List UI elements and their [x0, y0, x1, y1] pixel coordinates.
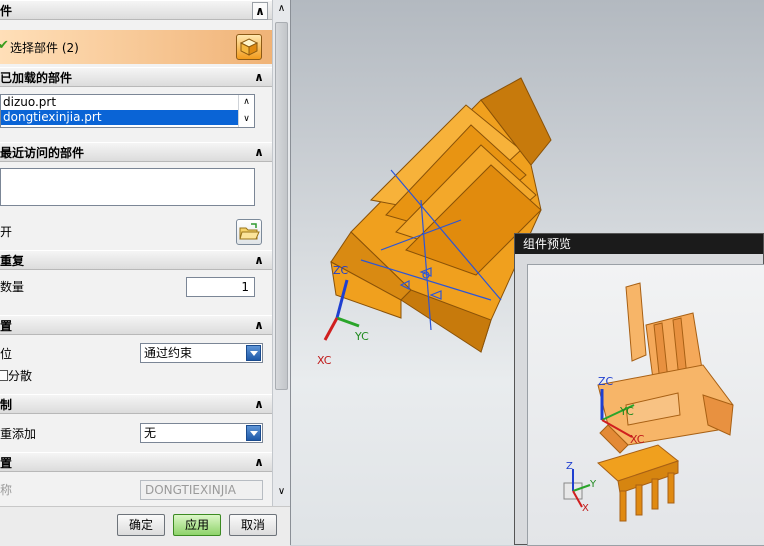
chevron-down-icon[interactable]	[246, 425, 261, 441]
section-title: 制	[0, 398, 13, 412]
collapse-chevron-icon[interactable]: ∧	[252, 316, 266, 334]
loaded-parts-list[interactable]: dizuo.prt dongtiexinjia.prt ∧ ∨	[0, 94, 255, 128]
position-select[interactable]: 通过约束	[140, 343, 263, 363]
count-input[interactable]: 1	[186, 277, 255, 297]
preview-axis-label-x: XC	[630, 433, 645, 446]
open-label: 开	[0, 225, 13, 239]
section-placement[interactable]: 置 ∧	[0, 315, 272, 335]
preview-axis-label-y: YC	[620, 405, 634, 418]
collapse-chevron-icon[interactable]: ∧	[252, 251, 266, 269]
chevron-down-icon[interactable]	[246, 345, 261, 361]
component-preview-window[interactable]: 组件预览 ZC YC XC Z Y X	[514, 233, 764, 546]
collapse-chevron-icon[interactable]: ∧	[252, 2, 268, 20]
multi-add-row: 重添加 无	[0, 420, 272, 448]
mini-axis-label-y: Y	[590, 479, 597, 490]
list-scrollbar[interactable]: ∧ ∨	[238, 95, 254, 127]
section-settings[interactable]: 置 ∧	[0, 452, 272, 472]
open-folder-icon	[239, 223, 260, 240]
section-title: 置	[0, 456, 13, 470]
section-title: 最近访问的部件	[0, 146, 85, 160]
section-header-part[interactable]: 件 ∧	[0, 0, 272, 20]
preview-canvas: ZC YC XC Z Y X	[527, 264, 764, 546]
section-repeat[interactable]: 重复 ∧	[0, 250, 272, 270]
axis-label-x: XC	[317, 354, 332, 367]
count-label: 数量	[0, 280, 25, 294]
section-loaded-parts[interactable]: 已加载的部件 ∧	[0, 67, 272, 87]
scrollbar-thumb[interactable]	[275, 22, 288, 390]
collapse-chevron-icon[interactable]: ∧	[252, 395, 266, 413]
select-part-label: 选择部件 (2)	[10, 41, 79, 55]
section-title: 重复	[0, 254, 25, 268]
section-title: 件	[0, 4, 13, 18]
name-label: 称	[0, 483, 13, 497]
position-select-value: 通过约束	[144, 346, 193, 360]
collapse-chevron-icon[interactable]: ∧	[252, 143, 266, 161]
dialog-scrollbar[interactable]: ∧ ∨	[272, 0, 290, 506]
scatter-label: 分散	[8, 369, 33, 383]
cancel-button[interactable]: 取消	[229, 514, 277, 536]
axis-label-y: YC	[355, 330, 369, 343]
dialog-button-bar: 确定 应用 取消	[0, 506, 290, 546]
scroll-down-icon[interactable]: ∨	[239, 112, 254, 126]
name-row: 称 DONGTIEXINJIA	[0, 476, 272, 504]
section-replicate[interactable]: 制 ∧	[0, 394, 272, 414]
list-item[interactable]: dizuo.prt	[1, 95, 254, 110]
collapse-chevron-icon[interactable]: ∧	[252, 68, 266, 86]
open-folder-button[interactable]	[236, 219, 262, 245]
mini-view-triad	[563, 469, 591, 508]
mini-axis-label-z: Z	[566, 461, 573, 472]
scatter-row: 分散	[0, 362, 272, 390]
multi-add-select-value: 无	[144, 426, 157, 440]
scatter-checkbox[interactable]	[0, 370, 8, 381]
preview-render	[563, 282, 734, 522]
multi-add-select[interactable]: 无	[140, 423, 263, 443]
preview-title: 组件预览	[515, 234, 763, 254]
apply-button[interactable]: 应用	[173, 514, 221, 536]
scroll-down-icon[interactable]: ∨	[274, 486, 289, 502]
section-title: 已加载的部件	[0, 71, 73, 85]
preview-base-part	[597, 444, 680, 522]
recent-parts-list[interactable]	[0, 168, 255, 206]
collapse-chevron-icon[interactable]: ∧	[252, 453, 266, 471]
scroll-up-icon[interactable]: ∧	[239, 95, 254, 109]
preview-axis-label-z: ZC	[598, 375, 614, 388]
count-row: 数量 1	[0, 273, 272, 301]
axis-label-z: ZC	[333, 264, 349, 277]
select-part-row[interactable]: ✔ 选择部件 (2)	[0, 30, 272, 64]
checkmark-icon: ✔	[0, 38, 9, 53]
add-component-dialog: 件 ∧ ✔ 选择部件 (2) 已加载的部件 ∧ dizuo.prt dongti…	[0, 0, 291, 546]
select-part-cube-icon[interactable]	[236, 34, 262, 60]
mini-axis-label-x: X	[582, 503, 589, 514]
section-title: 置	[0, 319, 13, 333]
open-row: 开	[0, 218, 272, 246]
list-item-selected[interactable]: dongtiexinjia.prt	[1, 110, 254, 125]
section-recent-parts[interactable]: 最近访问的部件 ∧	[0, 142, 272, 162]
ok-button[interactable]: 确定	[117, 514, 165, 536]
name-input[interactable]: DONGTIEXINJIA	[140, 480, 263, 500]
multi-add-label: 重添加	[0, 427, 37, 441]
scroll-up-icon[interactable]: ∧	[274, 3, 289, 19]
